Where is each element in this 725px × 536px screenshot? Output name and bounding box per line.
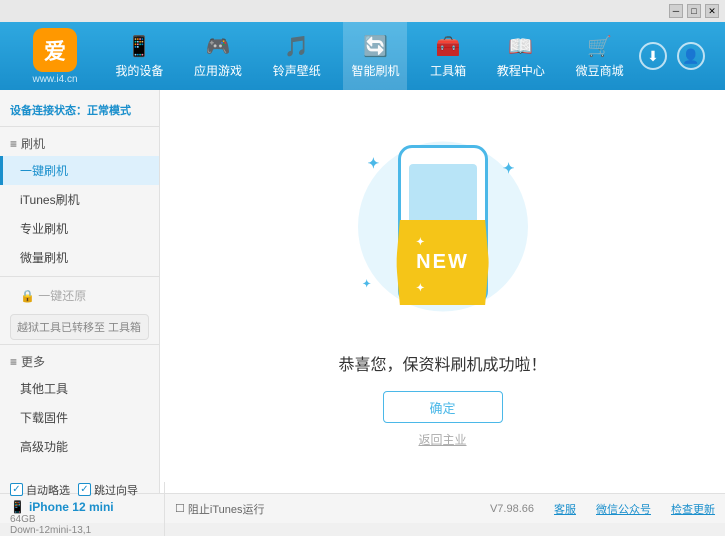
sidebar-divider-2 <box>0 344 159 345</box>
logo-site: www.i4.cn <box>32 74 77 85</box>
auto-skip-checkbox[interactable]: ✓ 自动略选 <box>10 482 70 498</box>
nav-toolbox[interactable]: 🧰 工具箱 <box>422 22 474 90</box>
sidebar-item-one-click-flash[interactable]: 一键刷机 <box>0 156 159 185</box>
close-button[interactable]: ✕ <box>705 4 719 18</box>
service-link[interactable]: 客服 <box>554 501 576 517</box>
device-icon: 📱 <box>10 500 25 514</box>
bottom-status: V7.98.66 客服 微信公众号 检查更新 <box>274 501 715 517</box>
sidebar-restore-notice: 越狱工具已转移至 工具箱 <box>10 314 149 340</box>
nav-ringtones[interactable]: 🎵 铃声壁纸 <box>265 22 329 90</box>
sidebar: 设备连接状态：正常模式 ≡ 刷机 一键刷机 iTunes刷机 专业刷机 微量刷机… <box>0 90 160 493</box>
sparkle-bl: ✦ <box>363 279 371 290</box>
nav-right: ⬇ 👤 <box>639 42 715 70</box>
title-bar: ─ □ ✕ <box>0 0 725 22</box>
content-area: ✦ ✦ ✦ ✦ NEW ✦ 恭喜您，保资料刷机成功啦！ 确定 返回主业 <box>160 90 725 493</box>
skip-wizard-label: 跳过向导 <box>94 482 138 498</box>
smart-flash-icon: 🔄 <box>363 34 388 59</box>
weibo-store-icon: 🛒 <box>587 34 612 59</box>
sidebar-item-advanced[interactable]: 高级功能 <box>0 432 159 461</box>
version-text: V7.98.66 <box>490 503 534 515</box>
nav-tutorials[interactable]: 📖 教程中心 <box>489 22 553 90</box>
ringtones-icon: 🎵 <box>284 34 309 59</box>
new-badge: ✦ NEW ✦ <box>396 220 489 305</box>
sidebar-divider-1 <box>0 276 159 277</box>
nav-tutorials-label: 教程中心 <box>497 62 545 79</box>
more-section-title: ≡ 更多 <box>0 349 159 374</box>
success-message: 恭喜您，保资料刷机成功啦！ <box>338 351 546 375</box>
confirm-button[interactable]: 确定 <box>383 391 503 423</box>
nav-weibo-store-label: 微豆商城 <box>576 62 624 79</box>
nav-toolbox-label: 工具箱 <box>430 62 466 79</box>
sidebar-item-download-firmware[interactable]: 下载固件 <box>0 403 159 432</box>
sparkle-tl: ✦ <box>368 155 380 172</box>
device-name: 📱 iPhone 12 mini <box>10 500 154 514</box>
flash-section-title: ≡ 刷机 <box>0 131 159 156</box>
main-area: 设备连接状态：正常模式 ≡ 刷机 一键刷机 iTunes刷机 专业刷机 微量刷机… <box>0 90 725 493</box>
download-button[interactable]: ⬇ <box>639 42 667 70</box>
nav-my-device[interactable]: 📱 我的设备 <box>107 22 171 90</box>
status-label: 设备连接状态： <box>10 105 87 117</box>
bottom-bar: ✓ 自动略选 ✓ 跳过向导 📱 iPhone 12 mini 64GB Down… <box>0 493 725 523</box>
sidebar-item-pro-flash[interactable]: 专业刷机 <box>0 214 159 243</box>
nav-apps-games[interactable]: 🎮 应用游戏 <box>186 22 250 90</box>
tutorials-icon: 📖 <box>508 34 533 59</box>
account-button[interactable]: 👤 <box>677 42 705 70</box>
wechat-link[interactable]: 微信公众号 <box>596 501 651 517</box>
itunes-toggle-button[interactable]: ☐ 阻止iTunes运行 <box>175 501 264 517</box>
sidebar-item-other-tools[interactable]: 其他工具 <box>0 374 159 403</box>
nav-weibo-store[interactable]: 🛒 微豆商城 <box>568 22 632 90</box>
success-illustration: ✦ ✦ ✦ ✦ NEW ✦ <box>353 135 533 335</box>
auto-skip-label: 自动略选 <box>26 482 70 498</box>
device-info: ✓ 自动略选 ✓ 跳过向导 📱 iPhone 12 mini 64GB Down… <box>10 482 165 536</box>
skip-wizard-checkbox[interactable]: ✓ 跳过向导 <box>78 482 138 498</box>
nav: 📱 我的设备 🎮 应用游戏 🎵 铃声壁纸 🔄 智能刷机 🧰 工具箱 📖 教程中心… <box>100 22 639 90</box>
device-status: 设备连接状态：正常模式 <box>0 98 159 127</box>
flash-section-icon: ≡ <box>10 137 17 151</box>
header: 爱 www.i4.cn 📱 我的设备 🎮 应用游戏 🎵 铃声壁纸 🔄 智能刷机 … <box>0 22 725 90</box>
skip-wizard-checkbox-box[interactable]: ✓ <box>78 483 91 496</box>
sidebar-item-save-data-flash[interactable]: 微量刷机 <box>0 243 159 272</box>
sidebar-item-itunes-flash[interactable]: iTunes刷机 <box>0 185 159 214</box>
my-device-icon: 📱 <box>127 34 152 59</box>
back-link[interactable]: 返回主业 <box>418 431 466 448</box>
sparkle-tr: ✦ <box>503 160 515 177</box>
status-value: 正常模式 <box>87 105 131 117</box>
itunes-icon: ☐ <box>175 502 185 515</box>
sidebar-item-one-key-restore: 🔒 一键还原 <box>0 281 159 310</box>
nav-ringtones-label: 铃声壁纸 <box>273 62 321 79</box>
update-link[interactable]: 检查更新 <box>671 501 715 517</box>
nav-smart-flash[interactable]: 🔄 智能刷机 <box>343 22 407 90</box>
nav-smart-flash-label: 智能刷机 <box>351 62 399 79</box>
logo-icon: 爱 <box>33 28 77 72</box>
nav-apps-games-label: 应用游戏 <box>194 62 242 79</box>
logo: 爱 www.i4.cn <box>10 28 100 85</box>
maximize-button[interactable]: □ <box>687 4 701 18</box>
nav-my-device-label: 我的设备 <box>115 62 163 79</box>
minimize-button[interactable]: ─ <box>669 4 683 18</box>
toolbox-icon: 🧰 <box>436 34 461 59</box>
more-section-icon: ≡ <box>10 355 17 369</box>
apps-games-icon: 🎮 <box>206 34 231 59</box>
auto-skip-checkbox-box[interactable]: ✓ <box>10 483 23 496</box>
checkbox-group: ✓ 自动略选 ✓ 跳过向导 <box>10 482 165 498</box>
lock-icon: 🔒 <box>20 289 35 303</box>
device-firmware: Down-12mini-13,1 <box>10 525 154 536</box>
